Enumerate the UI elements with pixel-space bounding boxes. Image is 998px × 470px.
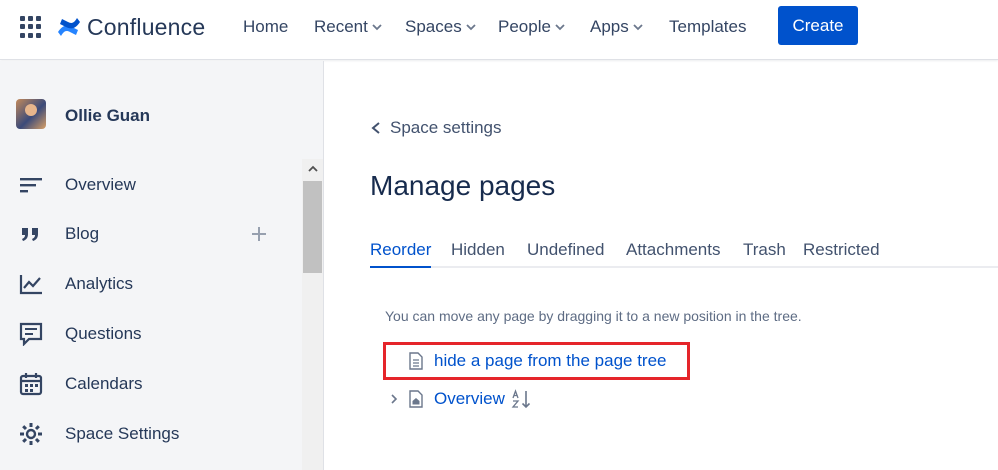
nav-recent[interactable]: Recent [314,17,382,37]
home-page-icon [409,390,423,408]
space-avatar[interactable] [16,99,46,129]
sort-alphabetical-icon[interactable] [511,389,533,409]
sidebar-item-calendars[interactable]: Calendars [0,364,300,404]
scrollbar-thumb[interactable] [303,181,322,273]
nav-templates-label: Templates [669,17,747,36]
sidebar-item-label: Questions [65,324,142,343]
tab-reorder[interactable]: Reorder [370,240,432,268]
quote-icon [18,221,44,247]
sidebar-item-label: Overview [65,175,136,194]
gear-icon [18,421,44,447]
sidebar-item-label: Blog [65,224,100,243]
analytics-icon [18,271,44,297]
overview-icon [18,172,44,198]
chevron-right-icon[interactable] [390,394,398,404]
nav-spaces[interactable]: Spaces [405,17,476,37]
sidebar-item-label: Analytics [65,274,134,293]
page-title: Manage pages [370,170,556,201]
chevron-down-icon [633,24,643,31]
nav-apps-label: Apps [590,17,629,36]
tab-restricted[interactable]: Restricted [803,240,880,268]
nav-apps[interactable]: Apps [590,17,643,37]
tab-hidden[interactable]: Hidden [451,240,505,268]
confluence-logo-icon [58,18,80,36]
nav-home[interactable]: Home [243,17,288,37]
tab-bar: Reorder Hidden Undefined Attachments Tra… [370,238,998,268]
sidebar-item-label: Calendars [65,374,143,393]
space-name[interactable]: Ollie Guan [65,106,150,126]
space-sidebar: Ollie Guan Overview Blog Analytics Quest… [0,61,324,470]
sidebar-item-label: Space Settings [65,424,180,443]
chevron-down-icon [466,24,476,31]
breadcrumb-label: Space settings [390,118,502,137]
nav-people-label: People [498,17,551,36]
chevron-down-icon [555,24,565,31]
tab-undefined[interactable]: Undefined [527,240,605,268]
chevron-left-icon [371,122,380,134]
chevron-down-icon [372,24,382,31]
app-name: Confluence [87,13,206,40]
tree-item-link[interactable]: Overview [434,389,505,409]
app-switcher-icon[interactable] [20,16,42,38]
calendar-icon [18,371,44,397]
sidebar-item-questions[interactable]: Questions [0,314,300,354]
tree-item-link[interactable]: hide a page from the page tree [434,351,667,371]
sidebar-item-space-settings[interactable]: Space Settings [0,414,300,454]
tab-trash[interactable]: Trash [743,240,786,268]
scroll-up-icon[interactable] [302,159,323,179]
sidebar-item-overview[interactable]: Overview [0,165,300,205]
sidebar-item-analytics[interactable]: Analytics [0,264,300,304]
tree-item[interactable]: hide a page from the page tree [408,351,667,371]
breadcrumb[interactable]: Space settings [370,118,502,138]
sidebar-item-blog[interactable]: Blog [0,214,300,254]
create-button[interactable]: Create [778,6,858,45]
top-navigation: Confluence Home Recent Spaces People App… [0,0,998,60]
nav-spaces-label: Spaces [405,17,462,36]
questions-icon [18,321,44,347]
confluence-logo[interactable]: Confluence [56,10,205,44]
nav-recent-label: Recent [314,17,368,36]
reorder-hint: You can move any page by dragging it to … [385,308,802,324]
add-blog-icon[interactable] [249,224,269,244]
nav-templates[interactable]: Templates [669,17,746,37]
tree-item[interactable]: Overview [390,389,533,409]
nav-people[interactable]: People [498,17,565,37]
nav-home-label: Home [243,17,289,36]
page-icon [409,352,423,370]
tab-attachments[interactable]: Attachments [626,240,721,268]
